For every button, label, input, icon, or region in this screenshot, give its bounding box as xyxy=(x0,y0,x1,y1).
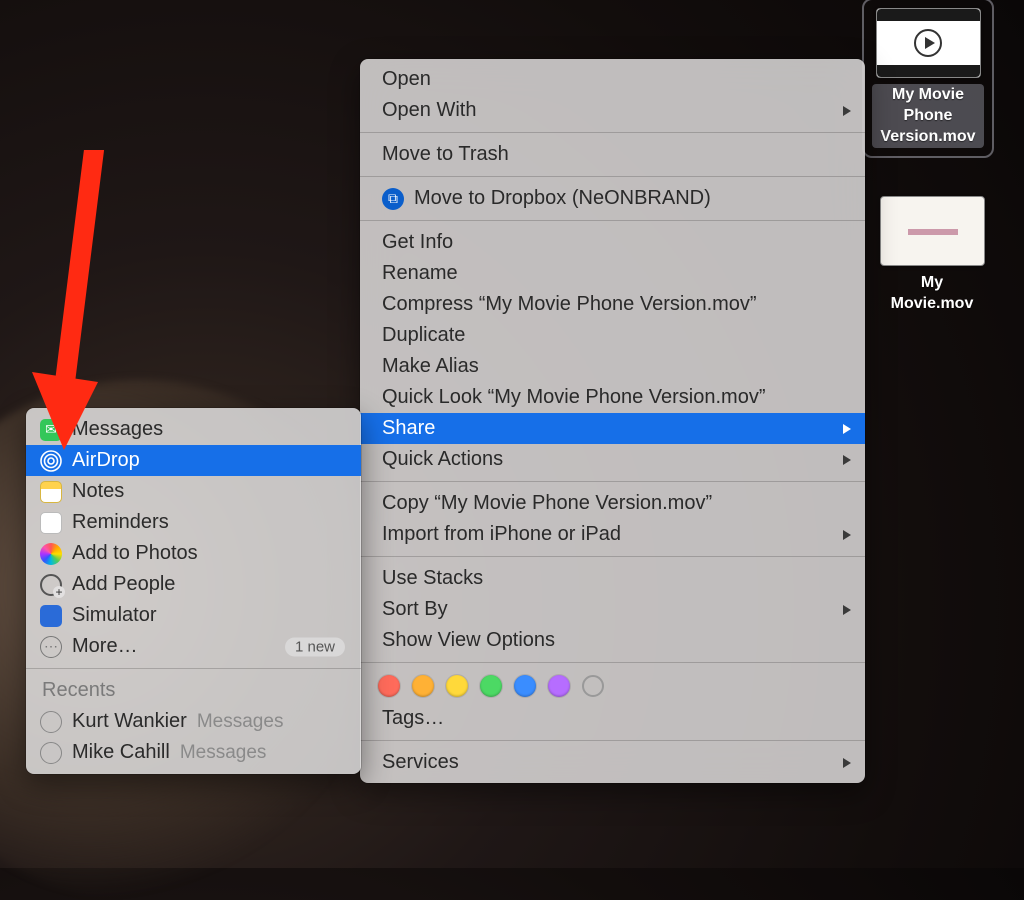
menu-item-rename[interactable]: Rename xyxy=(360,258,865,289)
simulator-icon xyxy=(40,605,62,627)
menu-item-label: Sort By xyxy=(382,598,448,621)
airdrop-icon xyxy=(40,450,62,472)
notes-icon xyxy=(40,481,62,503)
menu-item-get-info[interactable]: Get Info xyxy=(360,227,865,258)
menu-item-duplicate[interactable]: Duplicate xyxy=(360,320,865,351)
tag-none[interactable] xyxy=(582,675,604,697)
tag-color[interactable] xyxy=(480,675,502,697)
menu-item-services[interactable]: Services xyxy=(360,747,865,778)
tag-color[interactable] xyxy=(412,675,434,697)
desktop-file[interactable]: My Movie.mov xyxy=(872,196,992,316)
tag-color[interactable] xyxy=(514,675,536,697)
dropbox-icon: ⧉ xyxy=(382,188,404,210)
tag-color[interactable] xyxy=(548,675,570,697)
menu-item-import-from-iphone-or-ipad[interactable]: Import from iPhone or iPad xyxy=(360,519,865,550)
menu-item-tags[interactable]: Tags… xyxy=(360,703,865,734)
share-item-airdrop[interactable]: AirDrop xyxy=(26,445,361,476)
menu-item-show-view-options[interactable]: Show View Options xyxy=(360,625,865,656)
menu-separator xyxy=(360,132,865,133)
menu-item-label: Simulator xyxy=(72,604,156,627)
add-people-icon xyxy=(40,574,62,596)
menu-separator xyxy=(360,740,865,741)
recents-header: Recents xyxy=(26,675,361,706)
more-icon: ⋯ xyxy=(40,636,62,658)
play-icon xyxy=(914,29,942,57)
menu-item-move-to-trash[interactable]: Move to Trash xyxy=(360,139,865,170)
menu-item-compress-my-movie-phone-version-mov[interactable]: Compress “My Movie Phone Version.mov” xyxy=(360,289,865,320)
menu-item-label: Add People xyxy=(72,573,175,596)
share-item-simulator[interactable]: Simulator xyxy=(26,600,361,631)
share-item-notes[interactable]: Notes xyxy=(26,476,361,507)
tag-color[interactable] xyxy=(446,675,468,697)
recent-contact[interactable]: Kurt Wankier Messages xyxy=(26,706,361,737)
share-item-add-people[interactable]: Add People xyxy=(26,569,361,600)
menu-item-label: Copy “My Movie Phone Version.mov” xyxy=(382,492,712,515)
menu-item-open-with[interactable]: Open With xyxy=(360,95,865,126)
menu-separator xyxy=(360,176,865,177)
menu-item-label: Duplicate xyxy=(382,324,465,347)
menu-item-label: Reminders xyxy=(72,511,169,534)
menu-item-label: Notes xyxy=(72,480,124,503)
menu-item-label: Rename xyxy=(382,262,458,285)
badge: 1 new xyxy=(285,637,345,656)
file-name: My Movie Phone Version.mov xyxy=(872,84,984,148)
menu-item-label: Open With xyxy=(382,99,476,122)
menu-item-label: Share xyxy=(382,417,435,440)
menu-separator xyxy=(360,481,865,482)
tag-color[interactable] xyxy=(378,675,400,697)
photos-icon xyxy=(40,543,62,565)
menu-item-label: AirDrop xyxy=(72,449,140,472)
recent-via: Messages xyxy=(197,711,284,733)
menu-item-label: Move to Trash xyxy=(382,143,509,166)
desktop-file-selected[interactable]: My Movie Phone Version.mov xyxy=(868,4,988,152)
menu-item-quick-look-my-movie-phone-version-mov[interactable]: Quick Look “My Movie Phone Version.mov” xyxy=(360,382,865,413)
chat-bubble-icon xyxy=(40,742,62,764)
menu-item-label: Get Info xyxy=(382,231,453,254)
menu-item-move-to-dropbox-neonbrand[interactable]: ⧉ Move to Dropbox (NeONBRAND) xyxy=(360,183,865,214)
context-menu: Open Open With Move to Trash ⧉ Move to Dropb… xyxy=(360,59,865,783)
menu-separator xyxy=(360,662,865,663)
file-name: My Movie.mov xyxy=(872,272,992,316)
menu-item-label: Quick Look “My Movie Phone Version.mov” xyxy=(382,386,766,409)
share-submenu: ✉ Messages AirDrop Notes Reminders Add to Pho… xyxy=(26,408,361,774)
tag-color-row xyxy=(360,669,865,703)
menu-item-make-alias[interactable]: Make Alias xyxy=(360,351,865,382)
menu-item-label: Open xyxy=(382,68,431,91)
menu-item-copy-my-movie-phone-version-mov[interactable]: Copy “My Movie Phone Version.mov” xyxy=(360,488,865,519)
menu-item-label: Make Alias xyxy=(382,355,479,378)
menu-item-label: Compress “My Movie Phone Version.mov” xyxy=(382,293,757,316)
menu-item-use-stacks[interactable]: Use Stacks xyxy=(360,563,865,594)
menu-item-label: Use Stacks xyxy=(382,567,483,590)
menu-item-label: Messages xyxy=(72,418,163,441)
messages-icon: ✉ xyxy=(40,419,62,441)
recent-via: Messages xyxy=(180,742,267,764)
menu-separator xyxy=(26,668,361,669)
menu-item-label: Add to Photos xyxy=(72,542,198,565)
menu-item-open[interactable]: Open xyxy=(360,64,865,95)
video-thumbnail xyxy=(880,196,985,266)
menu-separator xyxy=(360,556,865,557)
recent-name: Mike Cahill xyxy=(72,741,170,764)
menu-item-label: Import from iPhone or iPad xyxy=(382,523,621,546)
menu-separator xyxy=(360,220,865,221)
menu-item-sort-by[interactable]: Sort By xyxy=(360,594,865,625)
video-thumbnail xyxy=(876,8,981,78)
menu-item-share[interactable]: Share xyxy=(360,413,865,444)
menu-item-label: More… xyxy=(72,635,138,658)
menu-item-quick-actions[interactable]: Quick Actions xyxy=(360,444,865,475)
menu-item-label: Tags… xyxy=(382,707,444,730)
menu-item-label: Show View Options xyxy=(382,629,555,652)
recent-contact[interactable]: Mike Cahill Messages xyxy=(26,737,361,768)
share-item-add-to-photos[interactable]: Add to Photos xyxy=(26,538,361,569)
menu-item-label: Quick Actions xyxy=(382,448,503,471)
share-item-reminders[interactable]: Reminders xyxy=(26,507,361,538)
share-item-more[interactable]: ⋯ More… 1 new xyxy=(26,631,361,662)
menu-item-label: Services xyxy=(382,751,459,774)
menu-item-label: Move to Dropbox (NeONBRAND) xyxy=(414,187,711,210)
recent-name: Kurt Wankier xyxy=(72,710,187,733)
chat-bubble-icon xyxy=(40,711,62,733)
reminders-icon xyxy=(40,512,62,534)
share-item-messages[interactable]: ✉ Messages xyxy=(26,414,361,445)
